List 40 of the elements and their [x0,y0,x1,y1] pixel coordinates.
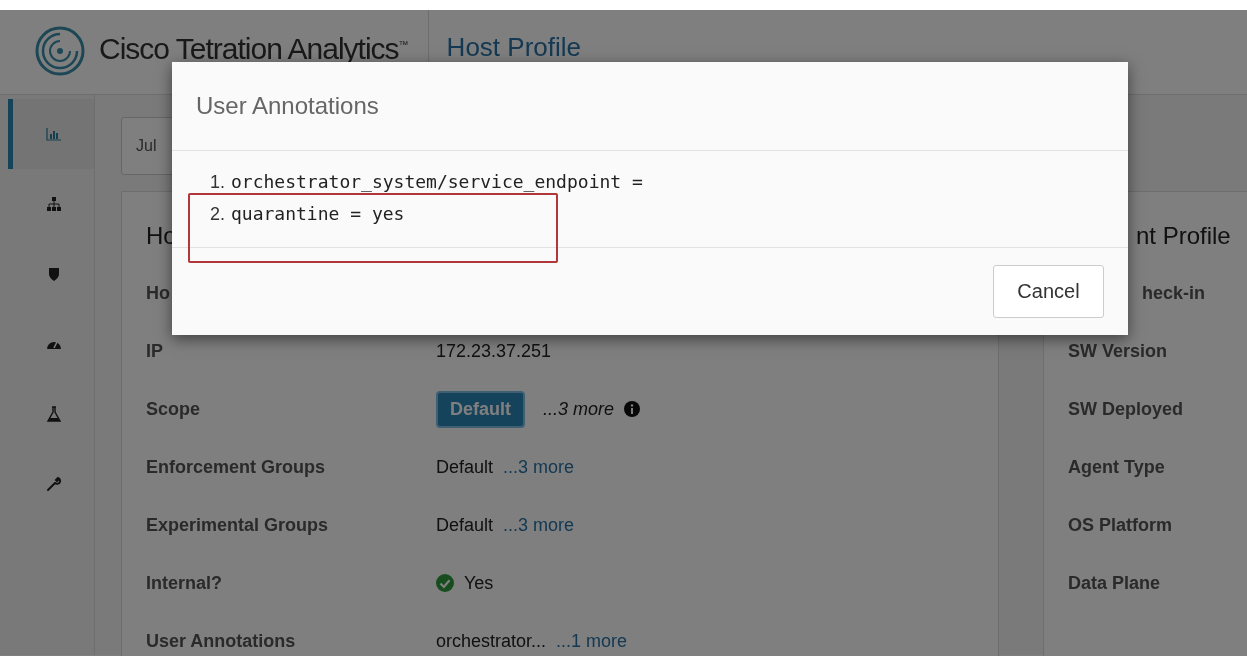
chart-icon [45,126,62,142]
scope-tag[interactable]: Default [436,390,525,428]
dialog-title: User Annotations [196,92,379,120]
field-label: IP [146,340,164,362]
list-number: 1. [210,172,225,193]
field-value: orchestrator... [436,630,547,652]
page-title: Host Profile [446,31,581,64]
field-label: Enforcement Groups [146,456,327,478]
field-label: Experimental Groups [146,514,330,536]
field-value: 172.23.37.251 [436,340,552,362]
more-link[interactable]: ...3 more [503,514,575,536]
check-circle-icon [436,574,454,592]
more-link[interactable]: ...3 more [503,456,575,478]
annotation-text: orchestrator_system/service_endpoint = [231,171,643,192]
info-icon[interactable] [624,401,641,417]
field-label: Internal? [146,572,223,594]
field-label: User Annotations [146,630,297,652]
field-label: Scope [146,398,202,420]
field-label: Data Plane [1068,572,1162,594]
field-value: Default [436,514,494,536]
logo-icon [35,26,85,76]
card-title: nt Profile [1136,222,1232,250]
field-label: Agent Type [1068,456,1166,478]
cancel-button[interactable]: Cancel [993,265,1104,318]
field-label: Ho [146,282,171,304]
list-number: 2. [210,204,225,225]
field-label: SW Version [1068,340,1169,362]
field-label: SW Deployed [1068,398,1184,420]
more-link[interactable]: ...1 more [556,630,628,652]
field-label: heck-in [1142,282,1207,304]
more-hint: ...3 more [543,398,615,420]
sidebar-item[interactable] [8,99,94,169]
field-label: OS Platform [1068,514,1174,536]
product-name: Cisco Tetration Analytics$^{™}$ [99,31,408,66]
annotation-text: quarantine = yes [231,203,405,224]
field-value: Yes [464,572,494,594]
wrench-icon [45,476,62,492]
flask-icon [45,406,62,422]
tree-icon [45,196,62,212]
field-value: Default [436,456,494,478]
